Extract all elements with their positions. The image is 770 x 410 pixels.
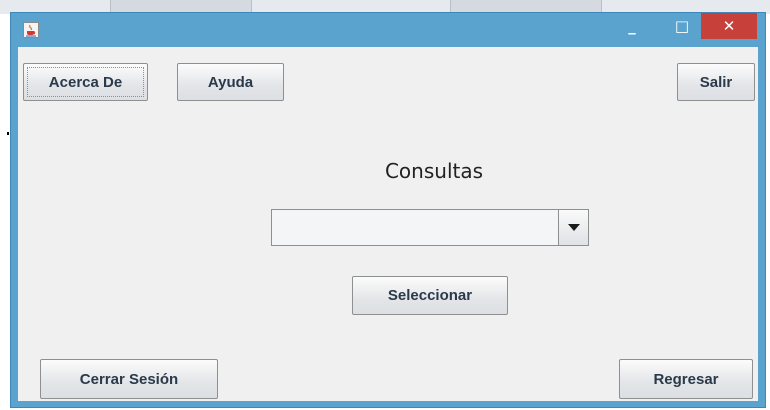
triangle-down-icon: [567, 223, 580, 231]
title-bar[interactable]: _ □ ✕: [11, 13, 765, 47]
content-panel: Acerca De Ayuda Salir Consultas Seleccio…: [18, 47, 758, 401]
query-select-arrow-button[interactable]: [558, 210, 588, 245]
back-button-label: Regresar: [653, 370, 719, 388]
query-select[interactable]: [271, 209, 589, 246]
minimize-icon: _: [628, 17, 636, 35]
select-button[interactable]: Seleccionar: [352, 276, 508, 315]
about-button-label: Acerca De: [48, 73, 123, 91]
maximize-button[interactable]: □: [667, 13, 697, 39]
exit-button[interactable]: Salir: [677, 63, 755, 101]
about-button[interactable]: Acerca De: [23, 63, 148, 101]
help-button[interactable]: Ayuda: [177, 63, 284, 101]
page-title: Consultas: [384, 159, 484, 183]
query-select-value[interactable]: [272, 210, 558, 245]
logout-button[interactable]: Cerrar Sesión: [40, 359, 218, 399]
app-window: _ □ ✕ Acerca De Ayuda Salir Consultas Se…: [10, 12, 766, 408]
close-icon: ✕: [722, 17, 736, 35]
select-button-label: Seleccionar: [387, 287, 473, 304]
minimize-button[interactable]: _: [617, 13, 647, 39]
edge-mark: [7, 132, 9, 135]
help-button-label: Ayuda: [207, 73, 254, 91]
maximize-icon: □: [674, 17, 690, 35]
close-button[interactable]: ✕: [701, 13, 757, 39]
logout-button-label: Cerrar Sesión: [79, 370, 179, 388]
back-button[interactable]: Regresar: [619, 359, 753, 399]
exit-button-label: Salir: [699, 73, 733, 91]
java-cup-icon[interactable]: [23, 22, 39, 38]
